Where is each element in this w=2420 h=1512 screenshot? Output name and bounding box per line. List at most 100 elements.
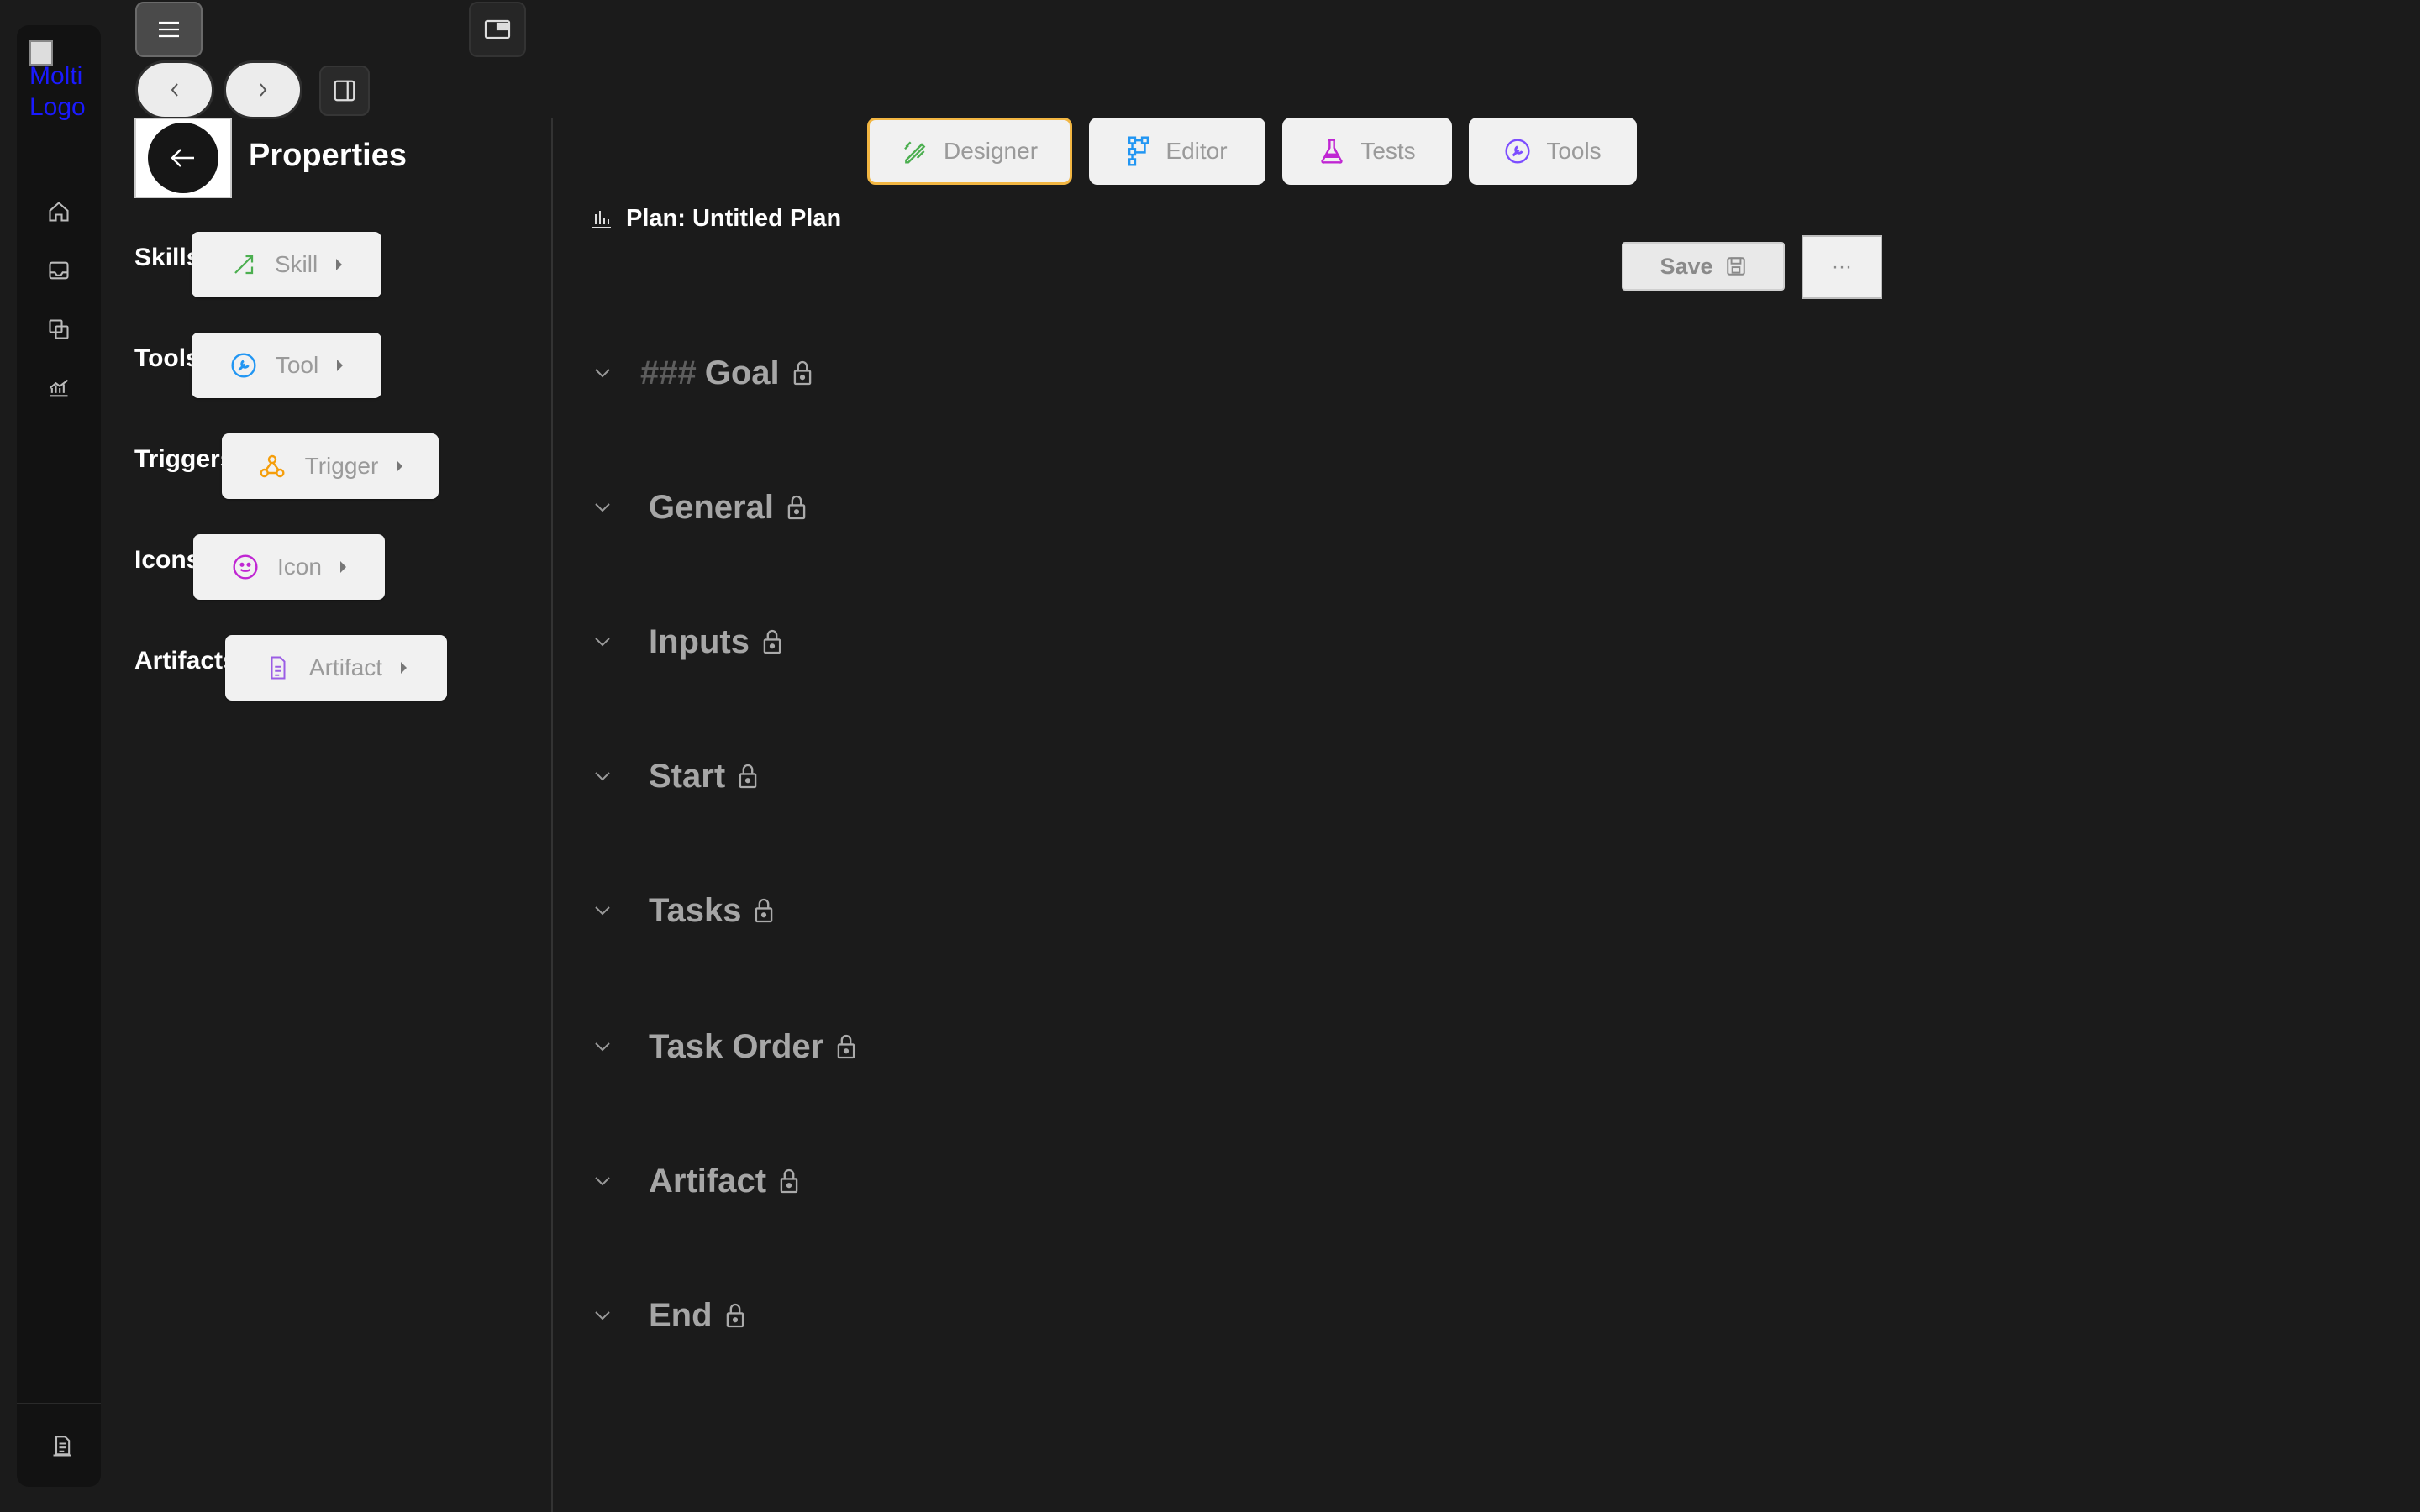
lock-icon bbox=[792, 360, 813, 386]
inbox-icon[interactable] bbox=[32, 244, 86, 297]
skill-button-label: Skill bbox=[274, 251, 318, 277]
webhook-icon bbox=[260, 454, 285, 478]
chevron-down-icon[interactable] bbox=[593, 636, 618, 648]
lock-icon bbox=[835, 1033, 857, 1060]
chart-icon[interactable] bbox=[32, 361, 86, 415]
layers-icon[interactable] bbox=[32, 302, 86, 356]
caret-right-icon bbox=[336, 259, 343, 270]
section-end[interactable]: End bbox=[593, 1290, 746, 1341]
flow-icon bbox=[1128, 136, 1150, 166]
caret-right-icon bbox=[401, 662, 408, 674]
section-title: Artifact bbox=[649, 1162, 767, 1200]
lock-icon bbox=[761, 628, 783, 655]
trigger-button[interactable]: Trigger bbox=[222, 433, 439, 499]
section-start[interactable]: Start bbox=[593, 751, 759, 801]
chevron-right-icon bbox=[260, 83, 267, 97]
tool-button-label: Tool bbox=[275, 352, 319, 378]
section-title: End bbox=[649, 1296, 713, 1334]
tools-label: Tools bbox=[134, 344, 200, 372]
plan-title-text: Plan: Untitled Plan bbox=[626, 205, 842, 232]
section-title: Start bbox=[649, 757, 726, 795]
menu-button[interactable] bbox=[135, 2, 203, 57]
designer-icon bbox=[904, 141, 926, 164]
section-goal[interactable]: ### Goal bbox=[593, 348, 813, 398]
skill-button[interactable]: Skill bbox=[192, 232, 381, 297]
document-icon[interactable] bbox=[35, 1420, 89, 1473]
chevron-down-icon[interactable] bbox=[593, 770, 618, 782]
lock-icon bbox=[737, 763, 759, 790]
lock-icon bbox=[786, 494, 808, 521]
section-title: Task Order bbox=[649, 1027, 824, 1065]
lock-icon bbox=[778, 1168, 800, 1194]
section-tasks[interactable]: Tasks bbox=[593, 885, 775, 936]
logo-alt-text: Molti Logo bbox=[29, 62, 86, 121]
tab-designer-label: Designer bbox=[943, 138, 1039, 164]
caret-right-icon bbox=[397, 460, 403, 472]
sidebar-icon bbox=[334, 80, 355, 102]
panel-divider bbox=[551, 118, 553, 1512]
icon-button[interactable]: Icon bbox=[193, 534, 385, 600]
rail-divider bbox=[17, 1403, 101, 1404]
chevron-down-icon[interactable] bbox=[593, 1310, 618, 1321]
section-title: Inputs bbox=[649, 622, 750, 660]
trigger-button-label: Trigger bbox=[304, 453, 379, 479]
wrench-icon bbox=[231, 353, 256, 378]
section-artifact[interactable]: Artifact bbox=[593, 1156, 800, 1206]
arrow-left-icon bbox=[171, 149, 194, 167]
chevron-down-icon[interactable] bbox=[593, 501, 618, 513]
properties-back-button[interactable] bbox=[134, 118, 232, 198]
smiley-icon bbox=[233, 554, 258, 580]
icons-label: Icons bbox=[134, 546, 201, 574]
section-title: Tasks bbox=[649, 891, 742, 929]
home-icon[interactable] bbox=[32, 185, 86, 239]
lock-icon bbox=[724, 1302, 746, 1329]
save-button-label: Save bbox=[1660, 253, 1713, 279]
forward-nav-button[interactable] bbox=[224, 60, 302, 119]
hamburger-icon bbox=[159, 21, 179, 38]
save-button[interactable]: Save bbox=[1622, 242, 1785, 291]
tab-tests-label: Tests bbox=[1360, 138, 1416, 164]
more-options-button[interactable]: ··· bbox=[1802, 235, 1882, 299]
chevron-down-icon[interactable] bbox=[593, 905, 618, 916]
icon-button-label: Icon bbox=[277, 554, 322, 580]
tab-editor[interactable]: Editor bbox=[1089, 118, 1265, 185]
properties-title: Properties bbox=[249, 138, 407, 173]
artifact-button-label: Artifact bbox=[308, 654, 383, 680]
picture-in-picture-button[interactable] bbox=[469, 2, 526, 57]
wrench-icon bbox=[1505, 139, 1530, 164]
section-general[interactable]: General bbox=[593, 482, 808, 533]
plan-title: Plan: Untitled Plan bbox=[591, 205, 841, 233]
left-rail: Molti Logo bbox=[17, 25, 101, 1487]
app-logo[interactable]: Molti Logo bbox=[29, 40, 97, 141]
tab-editor-label: Editor bbox=[1165, 138, 1228, 164]
flask-icon bbox=[1321, 139, 1343, 164]
chevron-left-icon bbox=[171, 83, 178, 97]
section-title: General bbox=[649, 488, 774, 526]
chevron-down-icon[interactable] bbox=[593, 1175, 618, 1187]
skills-label: Skills bbox=[134, 244, 201, 271]
section-title: ### Goal bbox=[640, 354, 780, 392]
pip-icon bbox=[484, 19, 511, 39]
caret-right-icon bbox=[337, 360, 344, 371]
sidebar-toggle-button[interactable] bbox=[319, 66, 370, 116]
tab-tools[interactable]: Tools bbox=[1469, 118, 1637, 185]
triggers-label: Triggers bbox=[134, 445, 234, 473]
caret-right-icon bbox=[339, 561, 346, 573]
artifacts-label: Artifacts bbox=[134, 647, 237, 675]
bar-chart-icon bbox=[592, 210, 611, 228]
file-icon bbox=[271, 656, 286, 680]
tab-tests[interactable]: Tests bbox=[1282, 118, 1452, 185]
back-nav-button[interactable] bbox=[135, 60, 214, 119]
more-icon: ··· bbox=[1832, 255, 1852, 278]
markdown-hash-prefix: ### bbox=[640, 354, 697, 391]
section-task-order[interactable]: Task Order bbox=[593, 1021, 857, 1072]
tab-designer[interactable]: Designer bbox=[867, 118, 1072, 185]
floppy-icon bbox=[1726, 257, 1745, 276]
tool-button[interactable]: Tool bbox=[192, 333, 381, 398]
section-title-text: Goal bbox=[704, 354, 780, 391]
section-inputs[interactable]: Inputs bbox=[593, 617, 783, 667]
artifact-button[interactable]: Artifact bbox=[225, 635, 447, 701]
lock-icon bbox=[753, 897, 775, 924]
chevron-down-icon[interactable] bbox=[593, 1041, 618, 1053]
chevron-down-icon[interactable] bbox=[593, 367, 618, 379]
